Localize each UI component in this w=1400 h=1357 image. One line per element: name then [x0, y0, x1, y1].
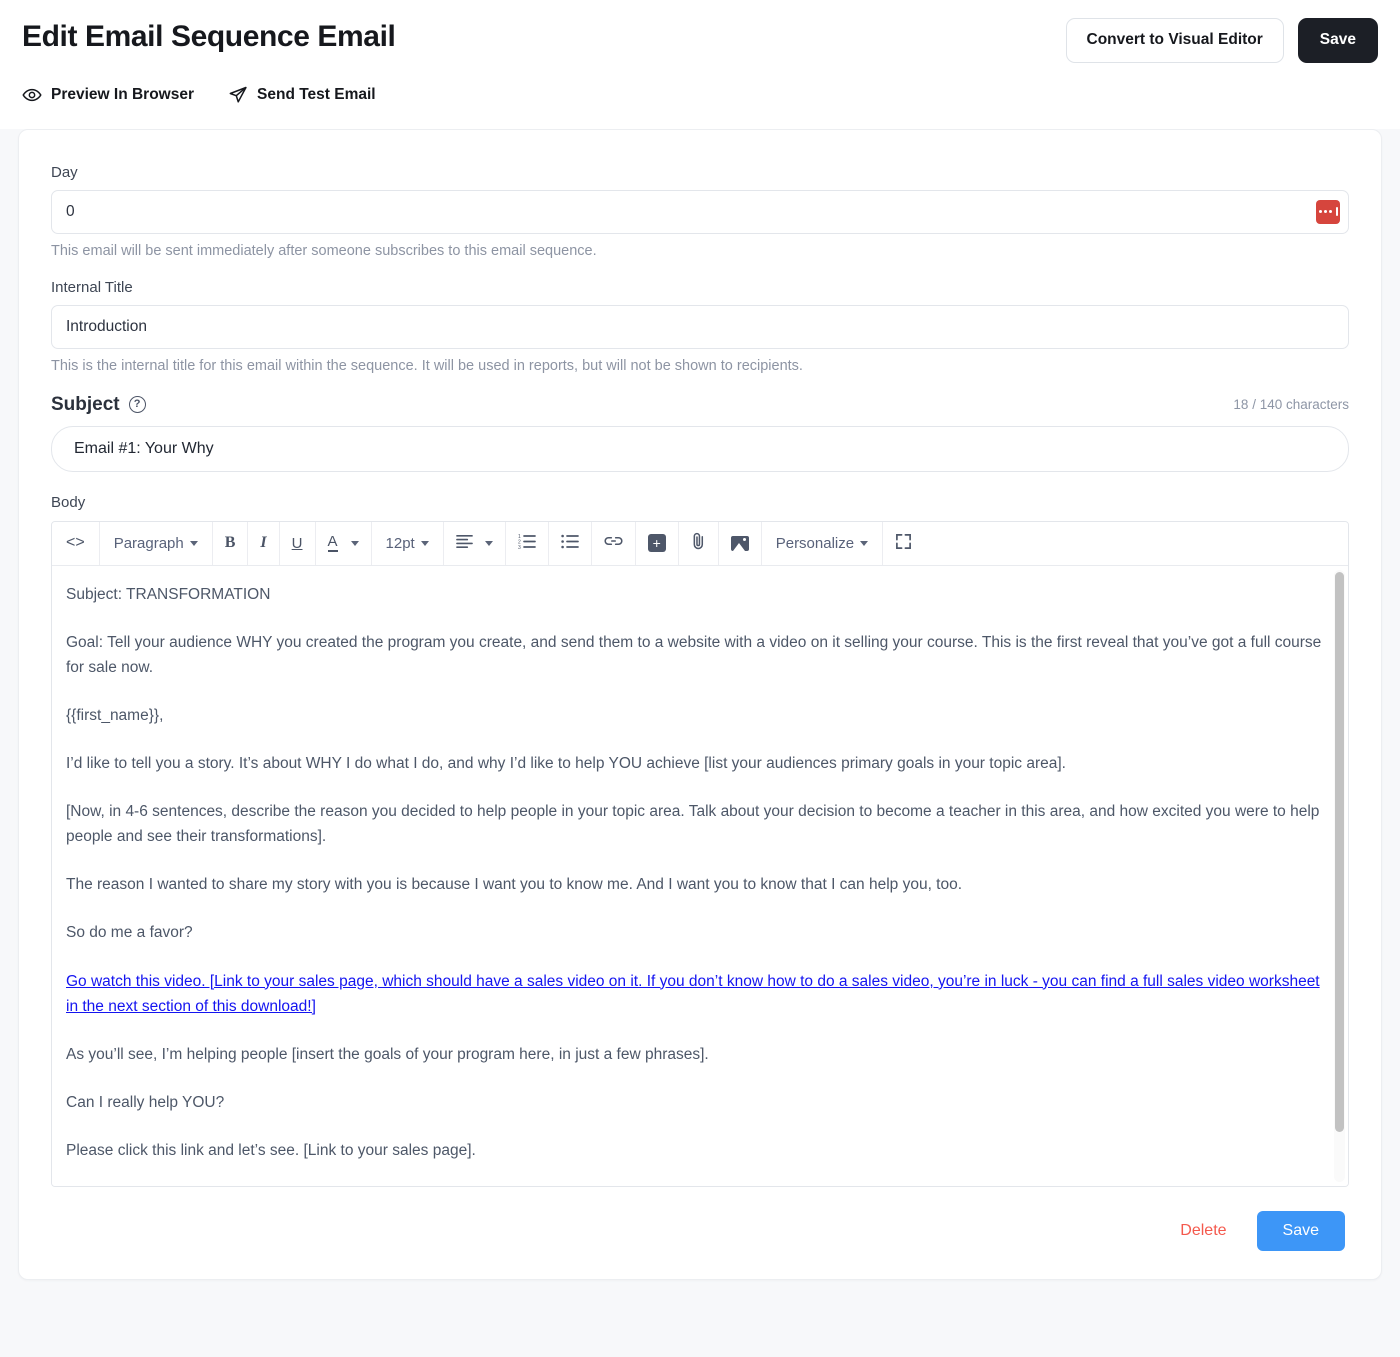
rich-text-editor: <> Paragraph B I U A 12pt 1 2 3 + Person…	[51, 520, 1349, 1187]
page-title: Edit Email Sequence Email	[22, 20, 396, 53]
personalize-label: Personalize	[775, 534, 855, 552]
attachment-button[interactable]	[679, 521, 719, 565]
convert-to-visual-editor-button[interactable]: Convert to Visual Editor	[1065, 18, 1284, 63]
bullet-list-icon	[561, 534, 579, 553]
underline-label: U	[291, 534, 303, 552]
eye-icon	[22, 85, 42, 105]
send-test-email-link[interactable]: Send Test Email	[228, 85, 376, 105]
text-color-label: A	[327, 533, 338, 553]
internal-title-input[interactable]	[51, 304, 1349, 349]
align-left-icon	[455, 534, 473, 553]
day-field-wrapper	[51, 189, 1349, 234]
bold-label: B	[224, 534, 236, 552]
fullscreen-button[interactable]	[883, 522, 924, 565]
header-row: Edit Email Sequence Email Convert to Vis…	[22, 14, 1378, 63]
question-mark-icon[interactable]: ?	[128, 396, 146, 414]
day-help-text: This email will be sent immediately afte…	[51, 242, 597, 259]
chevron-down-icon	[860, 540, 869, 546]
fullscreen-icon	[895, 533, 912, 554]
preview-in-browser-label: Preview In Browser	[51, 85, 195, 103]
body-link[interactable]: Go watch this video. [Link to your sales…	[66, 973, 1320, 1015]
bold-button[interactable]: B	[213, 521, 249, 565]
preview-in-browser-link[interactable]: Preview In Browser	[22, 85, 194, 105]
unordered-list-button[interactable]	[549, 521, 592, 565]
image-button[interactable]	[719, 521, 762, 565]
body-paragraph: I’d like to tell you a story. It’s about…	[66, 755, 1066, 773]
day-label: Day	[51, 163, 78, 181]
body-paragraph: [Now, in 4-6 sentences, describe the rea…	[66, 803, 1320, 846]
sub-navigation: Preview In Browser Send Test Email	[22, 63, 1378, 129]
body-paragraph: {{first_name}},	[66, 706, 164, 724]
personalize-dropdown[interactable]: Personalize	[762, 521, 884, 565]
header-actions: Convert to Visual Editor Save	[1065, 14, 1378, 63]
font-size-label: 12pt	[385, 534, 415, 552]
internal-title-help-text: This is the internal title for this emai…	[51, 357, 803, 374]
plus-icon: +	[647, 534, 666, 553]
save-button-bottom[interactable]: Save	[1256, 1210, 1345, 1251]
subject-label: Subject	[51, 393, 120, 415]
block-format-label: Paragraph	[113, 534, 184, 552]
insert-button[interactable]: +	[636, 521, 679, 565]
subject-row: Subject ? 18 / 140 characters	[51, 394, 1349, 416]
edit-email-card: Day This email will be sent immediately …	[18, 128, 1382, 1280]
subject-input[interactable]	[51, 425, 1349, 472]
internal-title-label: Internal Title	[51, 278, 133, 296]
chevron-down-icon	[484, 540, 493, 546]
chevron-down-icon	[189, 540, 198, 546]
save-button-top[interactable]: Save	[1297, 18, 1378, 63]
delete-button[interactable]: Delete	[1176, 1216, 1230, 1246]
page-header: Edit Email Sequence Email Convert to Vis…	[0, 0, 1400, 129]
block-format-dropdown[interactable]: Paragraph	[100, 521, 213, 565]
editor-scrollbar-thumb[interactable]	[1335, 571, 1344, 1132]
body-paragraph: So do me a favor?	[66, 924, 193, 942]
ordered-list-button[interactable]: 1 2 3	[506, 521, 549, 565]
body-paragraph: As you’ll see, I’m helping people [inser…	[66, 1045, 709, 1063]
day-input[interactable]	[51, 189, 1349, 234]
email-body-content[interactable]: Subject: TRANSFORMATION Goal: Tell your a…	[52, 566, 1348, 1186]
send-test-email-label: Send Test Email	[257, 85, 376, 103]
subject-character-count: 18 / 140 characters	[1233, 397, 1349, 413]
paperclip-icon	[691, 532, 706, 554]
link-icon	[604, 534, 623, 552]
underline-button[interactable]: U	[280, 521, 316, 565]
body-label: Body	[51, 493, 86, 511]
paper-plane-icon	[228, 85, 248, 105]
link-button[interactable]	[592, 521, 636, 565]
body-paragraph: Please click this link and let’s see. [L…	[66, 1142, 476, 1160]
italic-label: I	[260, 534, 267, 552]
italic-button[interactable]: I	[248, 521, 280, 565]
body-paragraph: Subject: TRANSFORMATION	[66, 585, 271, 603]
body-paragraph: Can I really help YOU?	[66, 1093, 225, 1111]
lastpass-icon[interactable]	[1316, 199, 1340, 224]
text-color-button[interactable]: A	[316, 521, 372, 565]
chevron-down-icon	[420, 540, 429, 546]
editor-body[interactable]: Subject: TRANSFORMATION Goal: Tell your a…	[52, 565, 1348, 1186]
align-left-button[interactable]	[444, 521, 506, 565]
subject-label-group: Subject ?	[51, 394, 146, 416]
chevron-down-icon	[350, 540, 359, 546]
source-code-button[interactable]: <>	[52, 521, 100, 565]
body-paragraph: Go watch this video. [Link to your sales…	[66, 969, 1322, 1019]
editor-toolbar: <> Paragraph B I U A 12pt 1 2 3 + Person…	[52, 521, 1348, 566]
card-footer: Delete Save	[51, 1187, 1349, 1257]
body-paragraph: The reason I wanted to share my story wi…	[66, 876, 963, 894]
editor-scrollbar[interactable]	[1334, 569, 1345, 1182]
image-icon	[730, 535, 749, 551]
body-paragraph: Goal: Tell your audience WHY you created…	[66, 633, 1322, 676]
numbered-list-icon: 1 2 3	[518, 534, 536, 553]
font-size-dropdown[interactable]: 12pt	[372, 521, 444, 565]
svg-text:3: 3	[518, 545, 521, 549]
